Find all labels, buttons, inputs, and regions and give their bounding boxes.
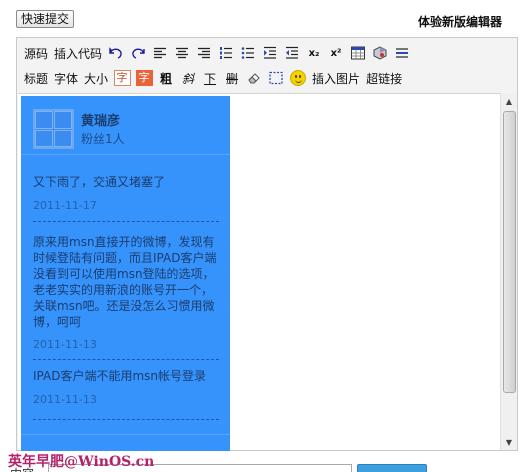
font-color-button[interactable]: 字: [111, 68, 133, 88]
horizontal-rule-icon[interactable]: [391, 43, 413, 63]
toolbar-row-1: 源码 插入代码 x₂ x²: [17, 41, 413, 65]
align-right-icon[interactable]: [193, 43, 215, 63]
rich-text-editor: 源码 插入代码 x₂ x² 标题 字体 大小 字 字 粗 斜 下 删 插入图片 …: [16, 37, 518, 451]
font-family-button[interactable]: 字体: [51, 68, 81, 88]
feed-text[interactable]: 原来用msn直接开的微博，发现有时候登陆有问题，而且IPAD客户端没看到可以使用…: [33, 234, 223, 330]
font-size-button[interactable]: 大小: [81, 68, 111, 88]
font-color-icon: 字: [113, 70, 131, 86]
user-name[interactable]: 黄瑞彦: [81, 110, 120, 129]
background-color-button[interactable]: 字: [133, 68, 155, 88]
heading-button[interactable]: 标题: [21, 68, 51, 88]
align-left-icon[interactable]: [149, 43, 171, 63]
fans-count[interactable]: 粉丝1人: [81, 130, 125, 147]
watermark-text: 英年早肥@WinOS.cn: [8, 454, 155, 470]
feed-text[interactable]: IPAD客户端不能用msn帐号登录: [33, 368, 223, 384]
italic-button[interactable]: 斜: [177, 68, 199, 88]
strikethrough-button[interactable]: 删: [221, 68, 243, 88]
smiley-icon[interactable]: [287, 68, 309, 88]
insert-image-button[interactable]: 插入图片: [309, 68, 363, 88]
editor-content-area[interactable]: 黄瑞彦 粉丝1人 又下雨了，交通又堵塞了 2011-11-17 原来用msn直接…: [18, 93, 500, 451]
ordered-list-icon[interactable]: [215, 43, 237, 63]
feed-text[interactable]: 又下雨了，交通又堵塞了: [33, 174, 223, 190]
superscript-button[interactable]: x²: [325, 43, 347, 63]
subscript-button[interactable]: x₂: [303, 43, 325, 63]
submit-button[interactable]: [357, 464, 427, 472]
insert-code-button[interactable]: 插入代码: [51, 43, 105, 63]
feed-date: 2011-11-13: [33, 338, 97, 351]
source-button[interactable]: 源码: [21, 43, 51, 63]
eraser-icon[interactable]: [243, 68, 265, 88]
background-color-icon: 字: [135, 70, 153, 86]
divider: [33, 419, 219, 420]
unordered-list-icon[interactable]: [237, 43, 259, 63]
redo-icon[interactable]: [127, 43, 149, 63]
align-center-icon[interactable]: [171, 43, 193, 63]
hyperlink-button[interactable]: 超链接: [363, 68, 405, 88]
indent-icon[interactable]: [259, 43, 281, 63]
avatar[interactable]: [33, 109, 74, 149]
scroll-down-icon[interactable]: ▼: [501, 434, 517, 450]
divider: [33, 221, 219, 222]
quick-submit-button[interactable]: 快速提交: [16, 10, 75, 28]
feed-date: 2011-11-13: [33, 393, 97, 406]
feed-date: 2011-11-17: [33, 199, 97, 212]
flash-icon[interactable]: [369, 43, 391, 63]
divider: [21, 434, 230, 435]
undo-icon[interactable]: [105, 43, 127, 63]
feed-item: 又下雨了，交通又堵塞了 2011-11-17: [33, 174, 223, 212]
outdent-icon[interactable]: [281, 43, 303, 63]
bold-button[interactable]: 粗: [155, 68, 177, 88]
select-all-icon[interactable]: [265, 68, 287, 88]
weibo-widget: 黄瑞彦 粉丝1人 又下雨了，交通又堵塞了 2011-11-17 原来用msn直接…: [21, 96, 230, 451]
table-icon[interactable]: [347, 43, 369, 63]
divider: [33, 359, 219, 360]
new-editor-link[interactable]: 体验新版编辑器: [418, 13, 502, 30]
underline-button[interactable]: 下: [199, 68, 221, 88]
divider: [21, 154, 230, 155]
scrollbar-thumb[interactable]: [503, 111, 516, 393]
scroll-up-icon[interactable]: ▲: [501, 93, 517, 109]
toolbar-row-2: 标题 字体 大小 字 字 粗 斜 下 删 插入图片 超链接: [17, 66, 405, 90]
feed-item: 原来用msn直接开的微博，发现有时候登陆有问题，而且IPAD客户端没看到可以使用…: [33, 234, 223, 351]
vertical-scrollbar[interactable]: ▲ ▼: [500, 93, 517, 450]
feed-item: IPAD客户端不能用msn帐号登录 2011-11-13: [33, 368, 223, 406]
